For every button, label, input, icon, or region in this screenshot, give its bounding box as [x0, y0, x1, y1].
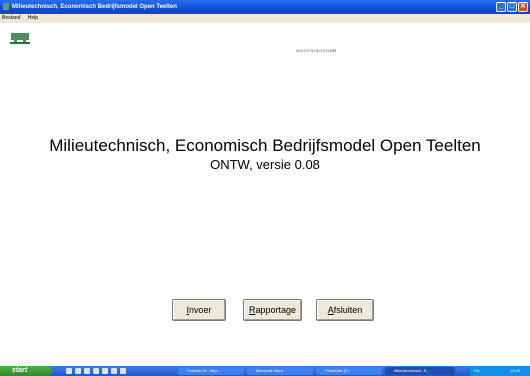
logo-ur: UR: [329, 48, 337, 53]
invoer-button[interactable]: Invoer: [172, 299, 226, 321]
quick-launch-icon[interactable]: [84, 368, 90, 374]
rapportage-button[interactable]: Rapportage: [243, 299, 302, 321]
menu-bestand[interactable]: Bestand: [2, 15, 20, 21]
task-milieutechnisch[interactable]: Milieutechnisch, E...: [385, 367, 455, 375]
quick-launch-icon[interactable]: [66, 368, 72, 374]
language-indicator[interactable]: EN: [474, 366, 480, 376]
taskbar: start Postvak IN - Micr... Microsoft Wor…: [0, 366, 530, 376]
task-postvak[interactable]: Postvak IN - Micr...: [178, 367, 244, 375]
menu-bar: Bestand Help: [0, 14, 530, 23]
menu-help[interactable]: Help: [28, 15, 38, 21]
logo-text: WAGENINGEN: [296, 48, 330, 53]
quick-launch-icon[interactable]: [75, 368, 81, 374]
main-window: Milieutechnisch, Economisch Bedrijfsmode…: [0, 0, 530, 366]
close-button[interactable]: ✕: [518, 2, 528, 12]
company-logo-icon: [10, 33, 30, 44]
page-title: Milieutechnisch, Economisch Bedrijfsmode…: [49, 136, 481, 155]
quick-launch-icon[interactable]: [102, 368, 108, 374]
rapportage-label: apportage: [255, 305, 297, 315]
client-area: WAGENINGENUR Milieutechnisch, Economisch…: [0, 23, 530, 366]
version-label: ONTW, versie 0.08: [210, 157, 320, 172]
quick-launch-icon[interactable]: [111, 368, 117, 374]
task-word[interactable]: Microsoft Word: [247, 367, 313, 375]
quick-launch-icon[interactable]: [120, 368, 126, 374]
title-bar[interactable]: Milieutechnisch, Economisch Bedrijfsmode…: [0, 0, 530, 14]
app-icon: [3, 3, 9, 10]
quick-launch: [66, 368, 126, 374]
wageningen-logo: WAGENINGENUR: [296, 48, 337, 53]
minimize-button[interactable]: _: [496, 2, 506, 12]
start-button[interactable]: start: [0, 366, 52, 376]
maximize-button[interactable]: □: [507, 2, 517, 12]
window-title: Milieutechnisch, Economisch Bedrijfsmode…: [12, 4, 177, 10]
invoer-label: nvoer: [189, 305, 212, 315]
system-tray: EN 12:09: [470, 366, 530, 376]
window-controls: _ □ ✕: [496, 2, 528, 12]
afsluiten-button[interactable]: Afsluiten: [316, 299, 374, 321]
task-flashdisk[interactable]: FlashDisk (F:): [316, 367, 382, 375]
clock: 12:09: [510, 368, 521, 373]
afsluiten-label: fsluiten: [333, 305, 363, 315]
quick-launch-icon[interactable]: [93, 368, 99, 374]
